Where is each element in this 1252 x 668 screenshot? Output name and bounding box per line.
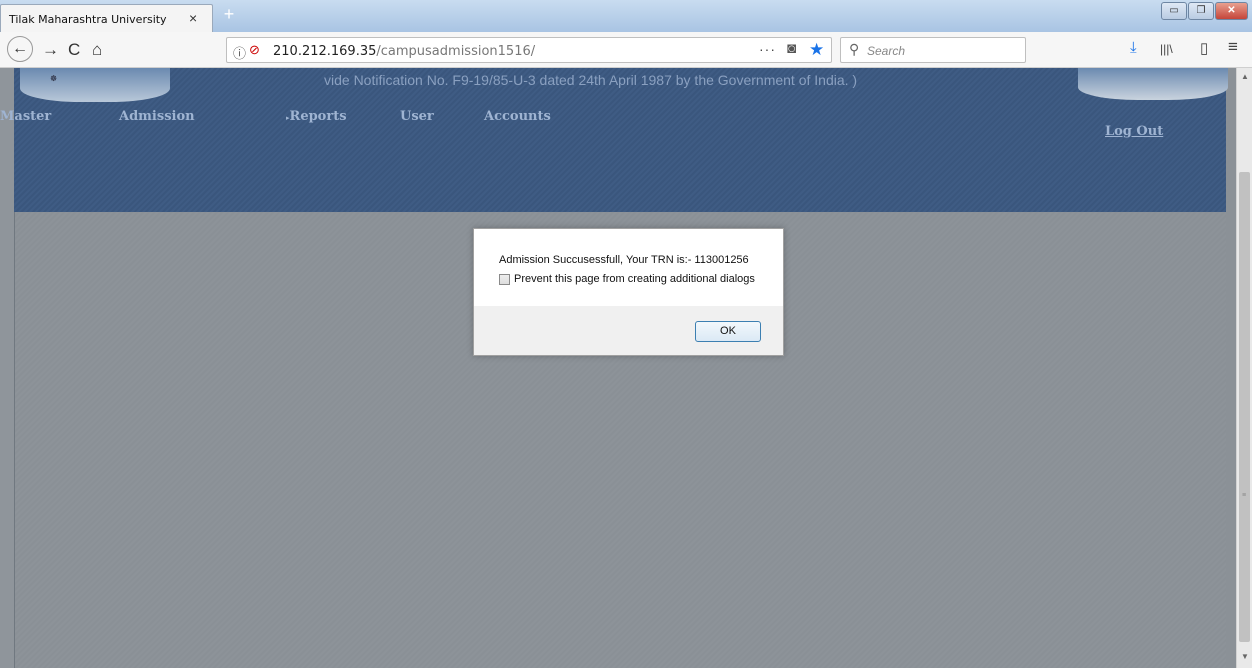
download-icon[interactable]: ⤓ [1130, 39, 1137, 56]
dialog-body: Admission Succusessfull, Your TRN is:- 1… [474, 229, 783, 306]
menu-master[interactable]: Master [0, 109, 51, 124]
navigation-bar: ← → C ⌂ ⓘ ⊘ 210.212.169.35/campusadmissi… [0, 32, 1252, 68]
tab-close-icon[interactable]: × [189, 10, 197, 26]
logo-emblem: ☸ [50, 74, 58, 83]
menu-user[interactable]: User [400, 109, 434, 124]
url-host: 210.212.169.35 [273, 44, 377, 59]
info-icon[interactable]: ⓘ [233, 43, 246, 62]
menu-reports[interactable]: ▸Reports [286, 109, 347, 124]
page-actions-icon[interactable]: ··· [759, 41, 776, 57]
forward-arrow-icon[interactable]: → [42, 39, 59, 61]
maximize-button[interactable]: ❐ [1188, 2, 1214, 20]
close-window-button[interactable]: ✕ [1215, 2, 1248, 20]
page-left-margin [0, 68, 14, 668]
scroll-down-icon[interactable]: ▼ [1241, 652, 1249, 661]
menu-accounts[interactable]: Accounts [484, 109, 551, 124]
library-icon[interactable]: |||\ [1160, 42, 1173, 56]
logout-link[interactable]: Log Out [1105, 124, 1163, 139]
insecure-lock-icon[interactable]: ⊘ [249, 42, 260, 58]
search-icon: ⚲ [849, 41, 860, 57]
home-icon[interactable]: ⌂ [92, 39, 102, 61]
minimize-button[interactable]: ▭ [1161, 2, 1187, 20]
back-arrow-icon[interactable]: ← [7, 36, 33, 62]
alert-dialog: Admission Succusessfull, Your TRN is:- 1… [473, 228, 784, 356]
reload-icon[interactable]: C [68, 39, 80, 61]
url-path: /campusadmission1516/ [376, 44, 536, 59]
vertical-scrollbar[interactable]: ▲ ≡ ▼ [1236, 68, 1252, 668]
site-header: ☸ vide Notification No. F9-19/85-U-3 dat… [0, 68, 1228, 212]
new-tab-button[interactable]: + [218, 4, 240, 26]
pocket-icon[interactable]: ◙ [787, 40, 796, 57]
browser-title-bar: Tilak Maharashtra University × + ▭ ❐ ✕ [0, 0, 1252, 32]
prevent-dialogs-checkbox[interactable] [499, 274, 510, 285]
portrait-logo-right [1078, 68, 1228, 100]
prevent-dialogs-label[interactable]: Prevent this page from creating addition… [514, 273, 755, 285]
url-text: 210.212.169.35/campusadmission1516/ [273, 44, 535, 59]
search-placeholder: Search [867, 44, 906, 58]
notification-text: vide Notification No. F9-19/85-U-3 dated… [324, 72, 858, 88]
url-bar[interactable]: ⓘ ⊘ 210.212.169.35/campusadmission1516/ … [226, 37, 832, 63]
ok-button[interactable]: OK [695, 321, 761, 342]
university-logo-left: ☸ [20, 68, 170, 102]
sidebar-icon[interactable]: ▯ [1200, 39, 1208, 57]
scroll-thumb[interactable]: ≡ [1239, 172, 1250, 642]
web-page: ☸ vide Notification No. F9-19/85-U-3 dat… [0, 68, 1236, 668]
menu-icon[interactable]: ≡ [1228, 37, 1238, 57]
menu-reports-label: Reports [289, 109, 347, 124]
scroll-grip-icon: ≡ [1242, 492, 1247, 499]
bookmark-star-icon[interactable]: ★ [809, 40, 824, 60]
scroll-up-icon[interactable]: ▲ [1241, 72, 1249, 81]
tab-title: Tilak Maharashtra University [9, 13, 167, 26]
dialog-message: Admission Succusessfull, Your TRN is:- 1… [499, 254, 749, 266]
menu-admission[interactable]: Admission [119, 109, 195, 124]
browser-tab[interactable]: Tilak Maharashtra University × [0, 4, 213, 32]
search-input[interactable]: ⚲ Search [840, 37, 1026, 63]
